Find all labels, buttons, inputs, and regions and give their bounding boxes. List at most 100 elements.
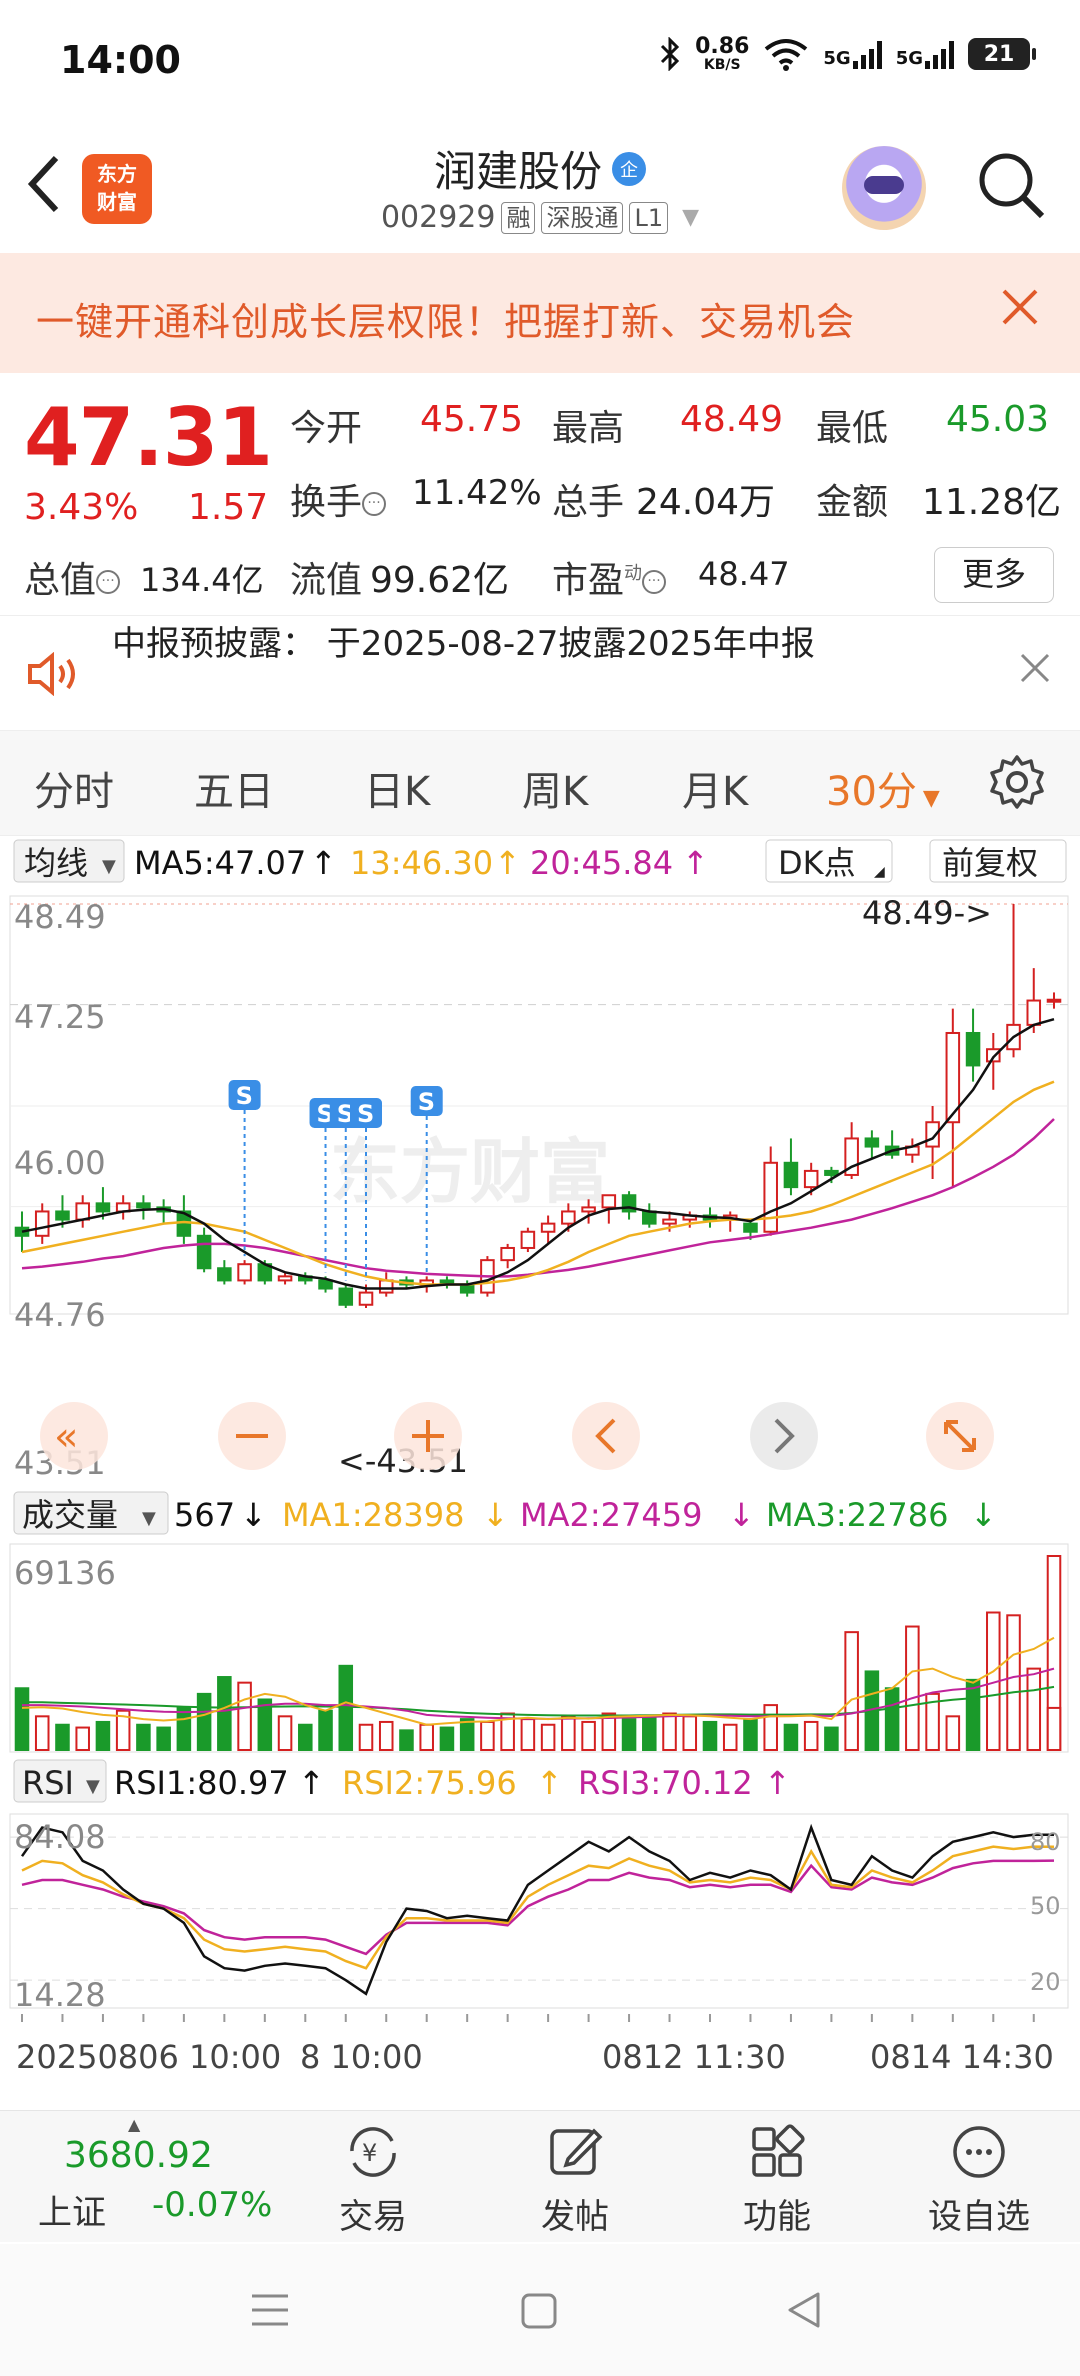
ma-legend: 均线 ▼ MA5:47.07 ↑ 13:46.30 ↑ 20:45.84 ↑ D…: [13, 839, 1067, 883]
trade-button[interactable]: ¥ 交易: [308, 2121, 438, 2241]
search-button[interactable]: [976, 150, 1046, 220]
volume-bar: [14, 1687, 30, 1751]
volume-bar: [217, 1676, 232, 1752]
candle-body: [743, 1222, 758, 1233]
axis-l2: 47.25: [14, 998, 106, 1036]
period-tabs: 分时 五日 日K 周K 月K 30分 ▼: [0, 730, 1080, 836]
volume-bar: [1046, 1706, 1062, 1752]
volume-bar: [318, 1709, 333, 1751]
volume-bar: [965, 1678, 981, 1751]
volume-bar: [480, 1720, 495, 1752]
zoom-in-button[interactable]: [394, 1402, 462, 1470]
signal-2-icon: 5G: [896, 39, 954, 69]
info-icon[interactable]: ···: [362, 492, 387, 516]
rsi-max: 84.08: [14, 1818, 106, 1856]
rsi-selector[interactable]: RSI: [22, 1764, 74, 1802]
expand-up-icon[interactable]: ▲: [128, 2115, 140, 2134]
adjust-button[interactable]: 前复权: [942, 844, 1038, 882]
volume-bar: [136, 1723, 151, 1751]
home-icon[interactable]: [520, 2292, 558, 2330]
vol-ma2: MA2:27459: [520, 1496, 702, 1534]
kline-chart[interactable]: 均线 ▼ MA5:47.07 ↑ 13:46.30 ↑ 20:45.84 ↑ D…: [0, 836, 1080, 2106]
high-value: 48.49: [680, 399, 784, 440]
chart-area[interactable]: 均线 ▼ MA5:47.07 ↑ 13:46.30 ↑ 20:45.84 ↑ D…: [0, 836, 1080, 2106]
volume-bar: [196, 1692, 212, 1751]
tab-weekly-k[interactable]: 周K: [522, 759, 588, 817]
time-label-4: 0814 14:30: [870, 2038, 1054, 2076]
index-change[interactable]: -0.07%: [152, 2185, 272, 2225]
vol-ma2-arrow-icon: ↓: [728, 1496, 755, 1534]
volume-bar: [743, 1718, 758, 1751]
open-label: 今开: [290, 408, 363, 449]
promo-close-button[interactable]: [1000, 281, 1040, 339]
notice-ticker[interactable]: 中报预披露： 于2025-08-27披露2025年中报 股东大会：于2025-0…: [0, 615, 1080, 725]
post-button[interactable]: 发帖: [510, 2121, 640, 2241]
ma-selector[interactable]: 均线: [24, 844, 88, 882]
vol-ma1: MA1:28398: [282, 1496, 464, 1534]
volume-bar: [763, 1704, 778, 1751]
float-value: 99.62亿: [370, 560, 510, 601]
dk-button[interactable]: DK点: [778, 844, 856, 882]
axis-l3: 46.00: [14, 1144, 106, 1182]
fullscreen-button[interactable]: [926, 1402, 994, 1470]
rsi-80: 80: [1030, 1828, 1061, 1856]
pe-value: 48.47: [698, 555, 790, 593]
sell-marker-text: S: [357, 1100, 374, 1128]
tab-intraday[interactable]: 分时: [34, 759, 114, 817]
mktcap-value: 134.4亿: [140, 561, 264, 599]
change-percent: 3.43%: [24, 487, 139, 528]
info-icon[interactable]: ···: [96, 570, 121, 594]
post-icon: [550, 2128, 603, 2175]
back-nav-icon[interactable]: [784, 2290, 824, 2330]
info-icon[interactable]: ···: [642, 570, 667, 594]
volume-legend: 成交量 ▼ 567 ↓ MA1:28398 ↓ MA2:27459 ↓ MA3:…: [13, 1491, 997, 1535]
time-label-3: 0812 11:30: [602, 2038, 786, 2076]
caret-down-icon: ▼: [682, 205, 700, 230]
volume-bar: [702, 1720, 718, 1752]
zoom-out-button[interactable]: [218, 1402, 286, 1470]
function-button[interactable]: 功能: [712, 2121, 842, 2241]
volume-bar: [1026, 1667, 1042, 1751]
sell-marker-text: S: [236, 1082, 253, 1110]
index-value[interactable]: 3680.92: [64, 2135, 213, 2176]
stock-code: 002929: [380, 200, 496, 235]
speaker-icon: [28, 652, 75, 696]
tab-five-day[interactable]: 五日: [194, 759, 274, 817]
battery-icon: 21: [968, 38, 1036, 70]
chart-settings-button[interactable]: [988, 753, 1046, 811]
high-label: 最高: [552, 408, 625, 449]
rsi-legend: RSI ▼ RSI1:80.97 ↑ RSI2:75.96 ↑ RSI3:70.…: [13, 1759, 791, 1803]
add-watchlist-button[interactable]: 设自选: [914, 2121, 1044, 2241]
scroll-right-button[interactable]: [750, 1402, 818, 1470]
candle-body: [75, 1202, 90, 1221]
volume-bar: [682, 1715, 698, 1751]
turnover-label: 换手 ···: [290, 473, 387, 525]
candle-body: [500, 1246, 515, 1262]
scroll-left-button[interactable]: [572, 1402, 640, 1470]
scroll-far-left-button[interactable]: «: [40, 1402, 108, 1470]
corner-icon: ◢: [874, 864, 885, 880]
open-value: 45.75: [420, 399, 524, 440]
tag-level: L1: [629, 201, 669, 234]
index-name[interactable]: 上证: [38, 2185, 106, 2234]
gear-icon: [990, 755, 1044, 809]
notice-close-button[interactable]: [1018, 646, 1052, 695]
bluetooth-icon: [661, 37, 680, 71]
tab-monthly-k[interactable]: 月K: [682, 759, 748, 817]
volume-bar: [945, 1715, 961, 1751]
volume-bar: [277, 1715, 293, 1751]
promo-banner[interactable]: 一键开通科创成长层权限！把握打新、交易机会: [0, 253, 1080, 373]
more-button[interactable]: 更多: [934, 547, 1054, 603]
candle-body: [196, 1234, 212, 1270]
volume-bar: [358, 1723, 374, 1751]
double-chevron-left-icon: «: [54, 1414, 78, 1460]
tab-daily-k[interactable]: 日K: [364, 759, 430, 817]
volume-label: 总手: [552, 482, 625, 523]
current-price: 47.31: [24, 391, 273, 484]
menu-icon[interactable]: [250, 2292, 290, 2328]
rsi3-arrow-icon: ↑: [764, 1764, 791, 1802]
change-amount: 1.57: [188, 487, 269, 528]
volume-selector[interactable]: 成交量: [22, 1496, 118, 1534]
assistant-robot-icon[interactable]: [842, 146, 926, 230]
tab-30min[interactable]: 30分 ▼: [826, 759, 940, 817]
